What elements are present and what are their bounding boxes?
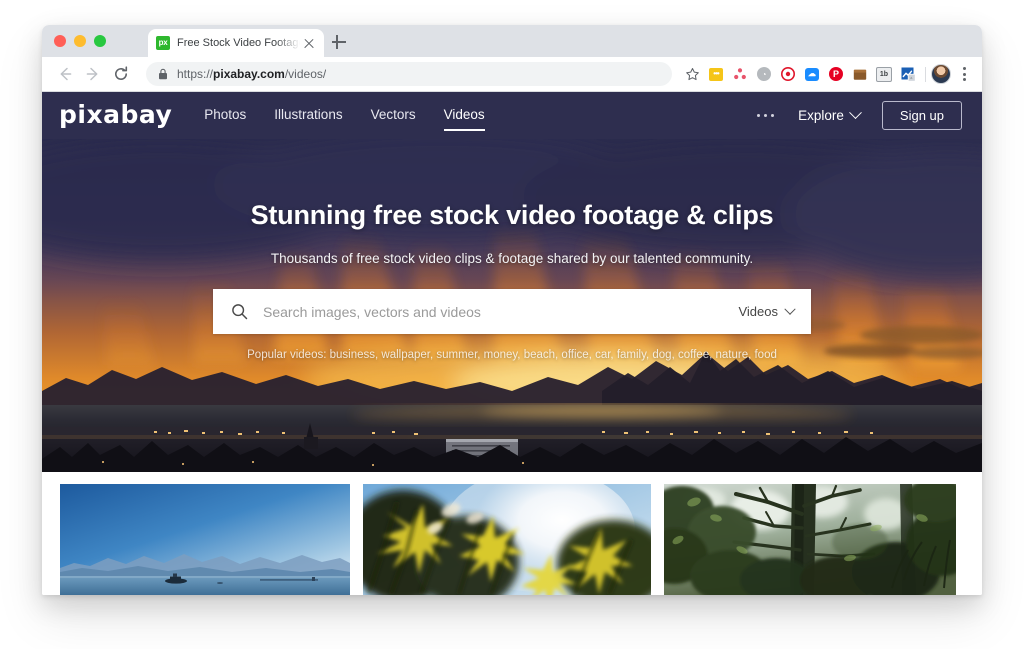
nav-link-vectors[interactable]: Vectors — [371, 107, 416, 125]
video-thumbnail-grid — [42, 472, 982, 595]
search-type-label: Videos — [738, 304, 778, 319]
video-thumbnail-yellow-flowers[interactable] — [363, 484, 651, 595]
browser-tab-strip: px Free Stock Video Footage & Vi — [42, 25, 982, 57]
browser-extensions-strip: ••• ◔ ☁ P 1b — [680, 62, 974, 86]
hero-content: Stunning free stock video footage & clip… — [42, 139, 982, 361]
nav-link-photos[interactable]: Photos — [204, 107, 246, 125]
explore-label: Explore — [798, 108, 844, 123]
screenshot-canvas: px Free Stock Video Footage & Vi http — [0, 0, 1024, 649]
url-host: pixabay.com — [213, 67, 285, 81]
back-arrow-icon[interactable] — [52, 61, 78, 87]
window-traffic-lights — [54, 35, 106, 47]
search-icon — [231, 303, 248, 320]
ellipsis-icon[interactable] — [755, 110, 777, 122]
gray-extension-icon[interactable]: ◔ — [752, 62, 776, 86]
yellow-flowers-artwork — [363, 484, 651, 595]
hero-banner: Stunning free stock video footage & clip… — [42, 139, 982, 472]
site-nav-links: Photos Illustrations Vectors Videos — [204, 107, 485, 131]
popular-searches[interactable]: Popular videos: business, wallpaper, sum… — [42, 349, 982, 361]
search-bar[interactable]: Videos — [213, 289, 811, 334]
site-nav-right: Explore Sign up — [755, 101, 962, 130]
forward-arrow-icon[interactable] — [80, 61, 106, 87]
onetab-extension-icon[interactable]: 1b — [872, 62, 896, 86]
star-icon[interactable] — [680, 62, 704, 86]
pinterest-extension-icon[interactable]: P — [824, 62, 848, 86]
video-thumbnail-lake-mountains[interactable] — [60, 484, 350, 595]
kebab-menu-icon[interactable] — [954, 62, 974, 86]
box-extension-icon[interactable] — [848, 62, 872, 86]
forest-trees-artwork — [664, 484, 956, 595]
lock-icon — [158, 68, 168, 80]
reload-icon[interactable] — [108, 61, 134, 87]
page-title: Stunning free stock video footage & clip… — [250, 200, 774, 230]
nav-link-videos[interactable]: Videos — [443, 107, 485, 131]
url-path: /videos/ — [284, 67, 327, 81]
url-scheme: https:// — [177, 67, 214, 81]
window-maximize-button[interactable] — [94, 35, 106, 47]
address-bar[interactable]: https://pixabay.com/videos/ — [146, 62, 672, 86]
chevron-down-icon — [784, 303, 796, 315]
address-bar-url: https://pixabay.com/videos/ — [177, 67, 326, 81]
lake-mountains-artwork — [60, 484, 350, 595]
window-minimize-button[interactable] — [74, 35, 86, 47]
pixabay-site-nav: pixabay Photos Illustrations Vectors Vid… — [42, 92, 982, 139]
notes-extension-icon[interactable]: ••• — [704, 62, 728, 86]
tab-close-icon[interactable] — [302, 36, 316, 50]
web-page-viewport: pixabay Photos Illustrations Vectors Vid… — [42, 92, 982, 595]
video-thumbnail-forest-trees[interactable] — [664, 484, 956, 595]
target-extension-icon[interactable] — [776, 62, 800, 86]
chevron-down-icon — [849, 106, 862, 120]
pixabay-logo[interactable]: pixabay — [59, 102, 172, 130]
browser-tab-title: Free Stock Video Footage & Vi — [177, 37, 300, 49]
sign-up-button[interactable]: Sign up — [881, 101, 962, 130]
new-tab-plus-icon[interactable] — [330, 33, 348, 51]
user-avatar[interactable] — [931, 64, 951, 84]
analytics-extension-icon[interactable] — [896, 62, 920, 86]
pixabay-favicon-icon: px — [156, 36, 170, 50]
cluster-extension-icon[interactable] — [728, 62, 752, 86]
search-type-dropdown[interactable]: Videos — [738, 303, 796, 319]
browser-tab-active[interactable]: px Free Stock Video Footage & Vi — [148, 29, 324, 57]
browser-window: px Free Stock Video Footage & Vi http — [42, 25, 982, 595]
window-close-button[interactable] — [54, 35, 66, 47]
page-subtitle: Thousands of free stock video clips & fo… — [270, 251, 754, 266]
browser-toolbar: https://pixabay.com/videos/ ••• ◔ ☁ P 1b — [42, 57, 982, 92]
search-input[interactable] — [261, 302, 739, 321]
nav-link-illustrations[interactable]: Illustrations — [274, 107, 342, 125]
explore-menu[interactable]: Explore — [798, 106, 862, 123]
chat-extension-icon[interactable]: ☁ — [800, 62, 824, 86]
toolbar-divider — [925, 66, 926, 82]
